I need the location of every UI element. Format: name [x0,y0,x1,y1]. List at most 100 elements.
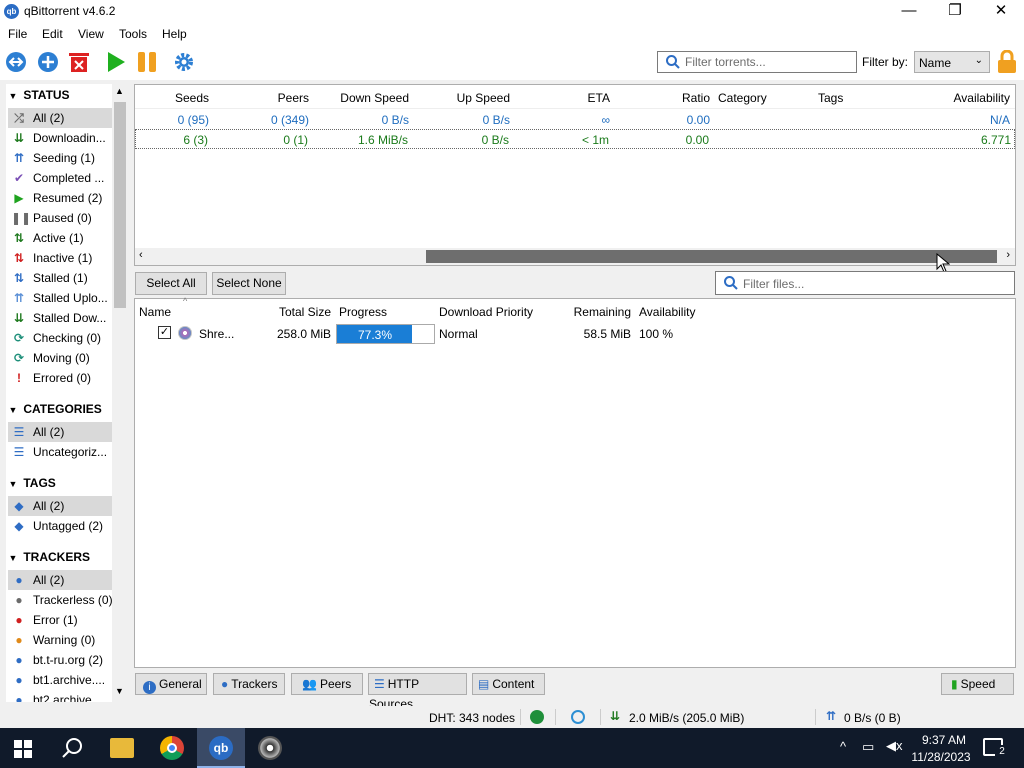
col-availability[interactable]: Availability [639,305,695,319]
menu-help[interactable]: Help [162,27,187,41]
sidebar-item-status[interactable]: ⇊ Stalled Dow... [8,308,112,328]
pause-icon[interactable] [136,51,158,73]
clock-date[interactable]: 11/28/2023 [908,750,974,764]
options-gear-icon[interactable] [173,51,195,73]
volume-icon[interactable]: ◀x [886,738,903,754]
sidebar-heading-status[interactable]: ▼ STATUS [6,88,70,102]
scroll-up-icon[interactable]: ▲ [115,86,124,96]
col-availability[interactable]: Availability [954,91,1010,105]
sidebar-item-status[interactable]: ⇅ Active (1) [8,228,112,248]
disc-player-icon[interactable] [258,736,282,760]
menu-tools[interactable]: Tools [119,27,147,41]
sidebar-heading-categories[interactable]: ▼ CATEGORIES [6,402,102,416]
collapse-chevron-icon[interactable]: ▼ [6,405,20,415]
col-tags[interactable]: Tags [818,91,843,105]
select-none-button[interactable]: Select None [212,272,286,295]
sidebar-heading-trackers[interactable]: ▼ TRACKERS [6,550,90,564]
speed-limit-icon[interactable] [571,710,585,724]
sidebar-item-status[interactable]: ⇈ Seeding (1) [8,148,112,168]
sidebar-item-trackers[interactable]: ● bt.t-ru.org (2) [8,650,112,670]
col-total-size[interactable]: Total Size [279,305,331,319]
sidebar-item-trackers[interactable]: ● Error (1) [8,610,112,630]
chevron-up-icon[interactable]: ^ [840,739,846,754]
sidebar-item-status[interactable]: ⟳ Checking (0) [8,328,112,348]
col-ratio[interactable]: Ratio [682,91,710,105]
delete-icon[interactable] [68,51,90,73]
connection-ok-icon[interactable] [530,710,544,724]
collapse-chevron-icon[interactable]: ▼ [6,553,20,563]
sidebar-item-tags[interactable]: ◆ Untagged (2) [8,516,112,536]
file-list[interactable]: ^ Name Total Size Progress Download Prio… [134,296,1016,668]
col-category[interactable]: Category [718,91,767,105]
qbittorrent-taskbar-button[interactable]: qb [197,728,245,768]
tab-content[interactable]: ▤ Content [472,673,545,695]
sidebar-item-tags[interactable]: ◆ All (2) [8,496,112,516]
maximize-button[interactable]: ❐ [932,0,978,24]
sidebar-item-status[interactable]: ⇊ Downloadin... [8,128,112,148]
select-all-button[interactable]: Select All [135,272,207,295]
scroll-down-icon[interactable]: ▼ [115,686,124,696]
collapse-chevron-icon[interactable]: ▼ [6,91,20,101]
clock-time[interactable]: 9:37 AM [913,733,975,747]
scroll-right-icon[interactable]: › [1006,249,1010,261]
col-seeds[interactable]: Seeds [175,91,209,105]
sidebar-item-categories[interactable]: ☰ Uncategoriz... [8,442,112,462]
sidebar-item-status[interactable]: ✔ Completed ... [8,168,112,188]
add-torrent-icon[interactable] [37,51,59,73]
sidebar-item-trackers[interactable]: ● bt1.archive.... [8,670,112,690]
sidebar-heading-tags[interactable]: ▼ TAGS [6,476,56,490]
notification-icon[interactable]: 2 [983,738,1009,759]
col-eta[interactable]: ETA [588,91,610,105]
menu-file[interactable]: File [8,27,27,41]
torrent-list-scroll-thumb[interactable] [426,250,997,263]
sidebar-item-status[interactable]: ❚❚ Paused (0) [8,208,112,228]
col-peers[interactable]: Peers [278,91,309,105]
windows-start-icon[interactable] [14,740,32,761]
filter-by-select[interactable]: Name ⌄ [914,51,990,73]
sidebar-item-status[interactable]: ▶ Resumed (2) [8,188,112,208]
torrent-search-input[interactable]: Filter torrents... [657,51,857,73]
table-row[interactable]: 0 (95) 0 (349) 0 B/s 0 B/s ∞ 0.00 N/A [135,109,1015,129]
sidebar-item-trackers[interactable]: ● Warning (0) [8,630,112,650]
tab-general[interactable]: i General [135,673,207,695]
col-down-speed[interactable]: Down Speed [340,91,409,105]
file-explorer-icon[interactable] [110,738,134,758]
sidebar-item-status[interactable]: ⇅ Stalled (1) [8,268,112,288]
table-row[interactable]: ✓ Shre... 258.0 MiB 77.3% Normal 58.5 Mi… [135,322,1015,344]
col-progress[interactable]: Progress [339,305,387,319]
col-up-speed[interactable]: Up Speed [457,91,510,105]
sidebar-item-trackers[interactable]: ● All (2) [8,570,112,590]
col-download-priority[interactable]: Download Priority [439,305,533,319]
sidebar-item-status[interactable]: ⤮ All (2) [8,108,112,128]
close-button[interactable]: ✕ [978,0,1024,24]
table-row[interactable]: 6 (3) 0 (1) 1.6 MiB/s 0 B/s < 1m 0.00 6.… [135,129,1015,149]
col-remaining[interactable]: Remaining [574,305,631,319]
sidebar-item-categories[interactable]: ☰ All (2) [8,422,112,442]
sidebar-scroll-thumb[interactable] [114,102,126,308]
tab-trackers[interactable]: ● Trackers [213,673,285,695]
menu-edit[interactable]: Edit [42,27,63,41]
menu-view[interactable]: View [78,27,104,41]
search-icon[interactable] [61,737,83,762]
sidebar-item-status[interactable]: ! Errored (0) [8,368,112,388]
minimize-button[interactable]: — [886,0,932,24]
lock-icon[interactable] [996,49,1018,73]
file-search-input[interactable]: Filter files... [715,271,1015,295]
network-icon[interactable]: ▭ [862,739,874,755]
scroll-left-icon[interactable]: ‹ [139,249,143,261]
torrent-list[interactable]: Seeds Peers Down Speed Up Speed ETA Rati… [134,84,1016,266]
collapse-chevron-icon[interactable]: ▼ [6,479,20,489]
speed-button[interactable]: ▮ Speed [941,673,1014,695]
file-checkbox[interactable]: ✓ [158,326,171,339]
sidebar-item-trackers[interactable]: ● Trackerless (0) [8,590,112,610]
chrome-icon[interactable] [160,736,184,760]
start-icon[interactable] [105,51,127,73]
col-name[interactable]: Name [139,305,171,319]
resume-all-icon[interactable] [5,51,27,73]
tab-peers[interactable]: 👥 Peers [291,673,363,695]
download-speed-status[interactable]: 2.0 MiB/s (205.0 MiB) [629,711,744,725]
sidebar-item-status[interactable]: ⇈ Stalled Uplo... [8,288,112,308]
tab-http-sources[interactable]: ☰ HTTP Sources [368,673,467,711]
sidebar-item-status[interactable]: ⟳ Moving (0) [8,348,112,368]
upload-speed-status[interactable]: 0 B/s (0 B) [844,711,901,725]
